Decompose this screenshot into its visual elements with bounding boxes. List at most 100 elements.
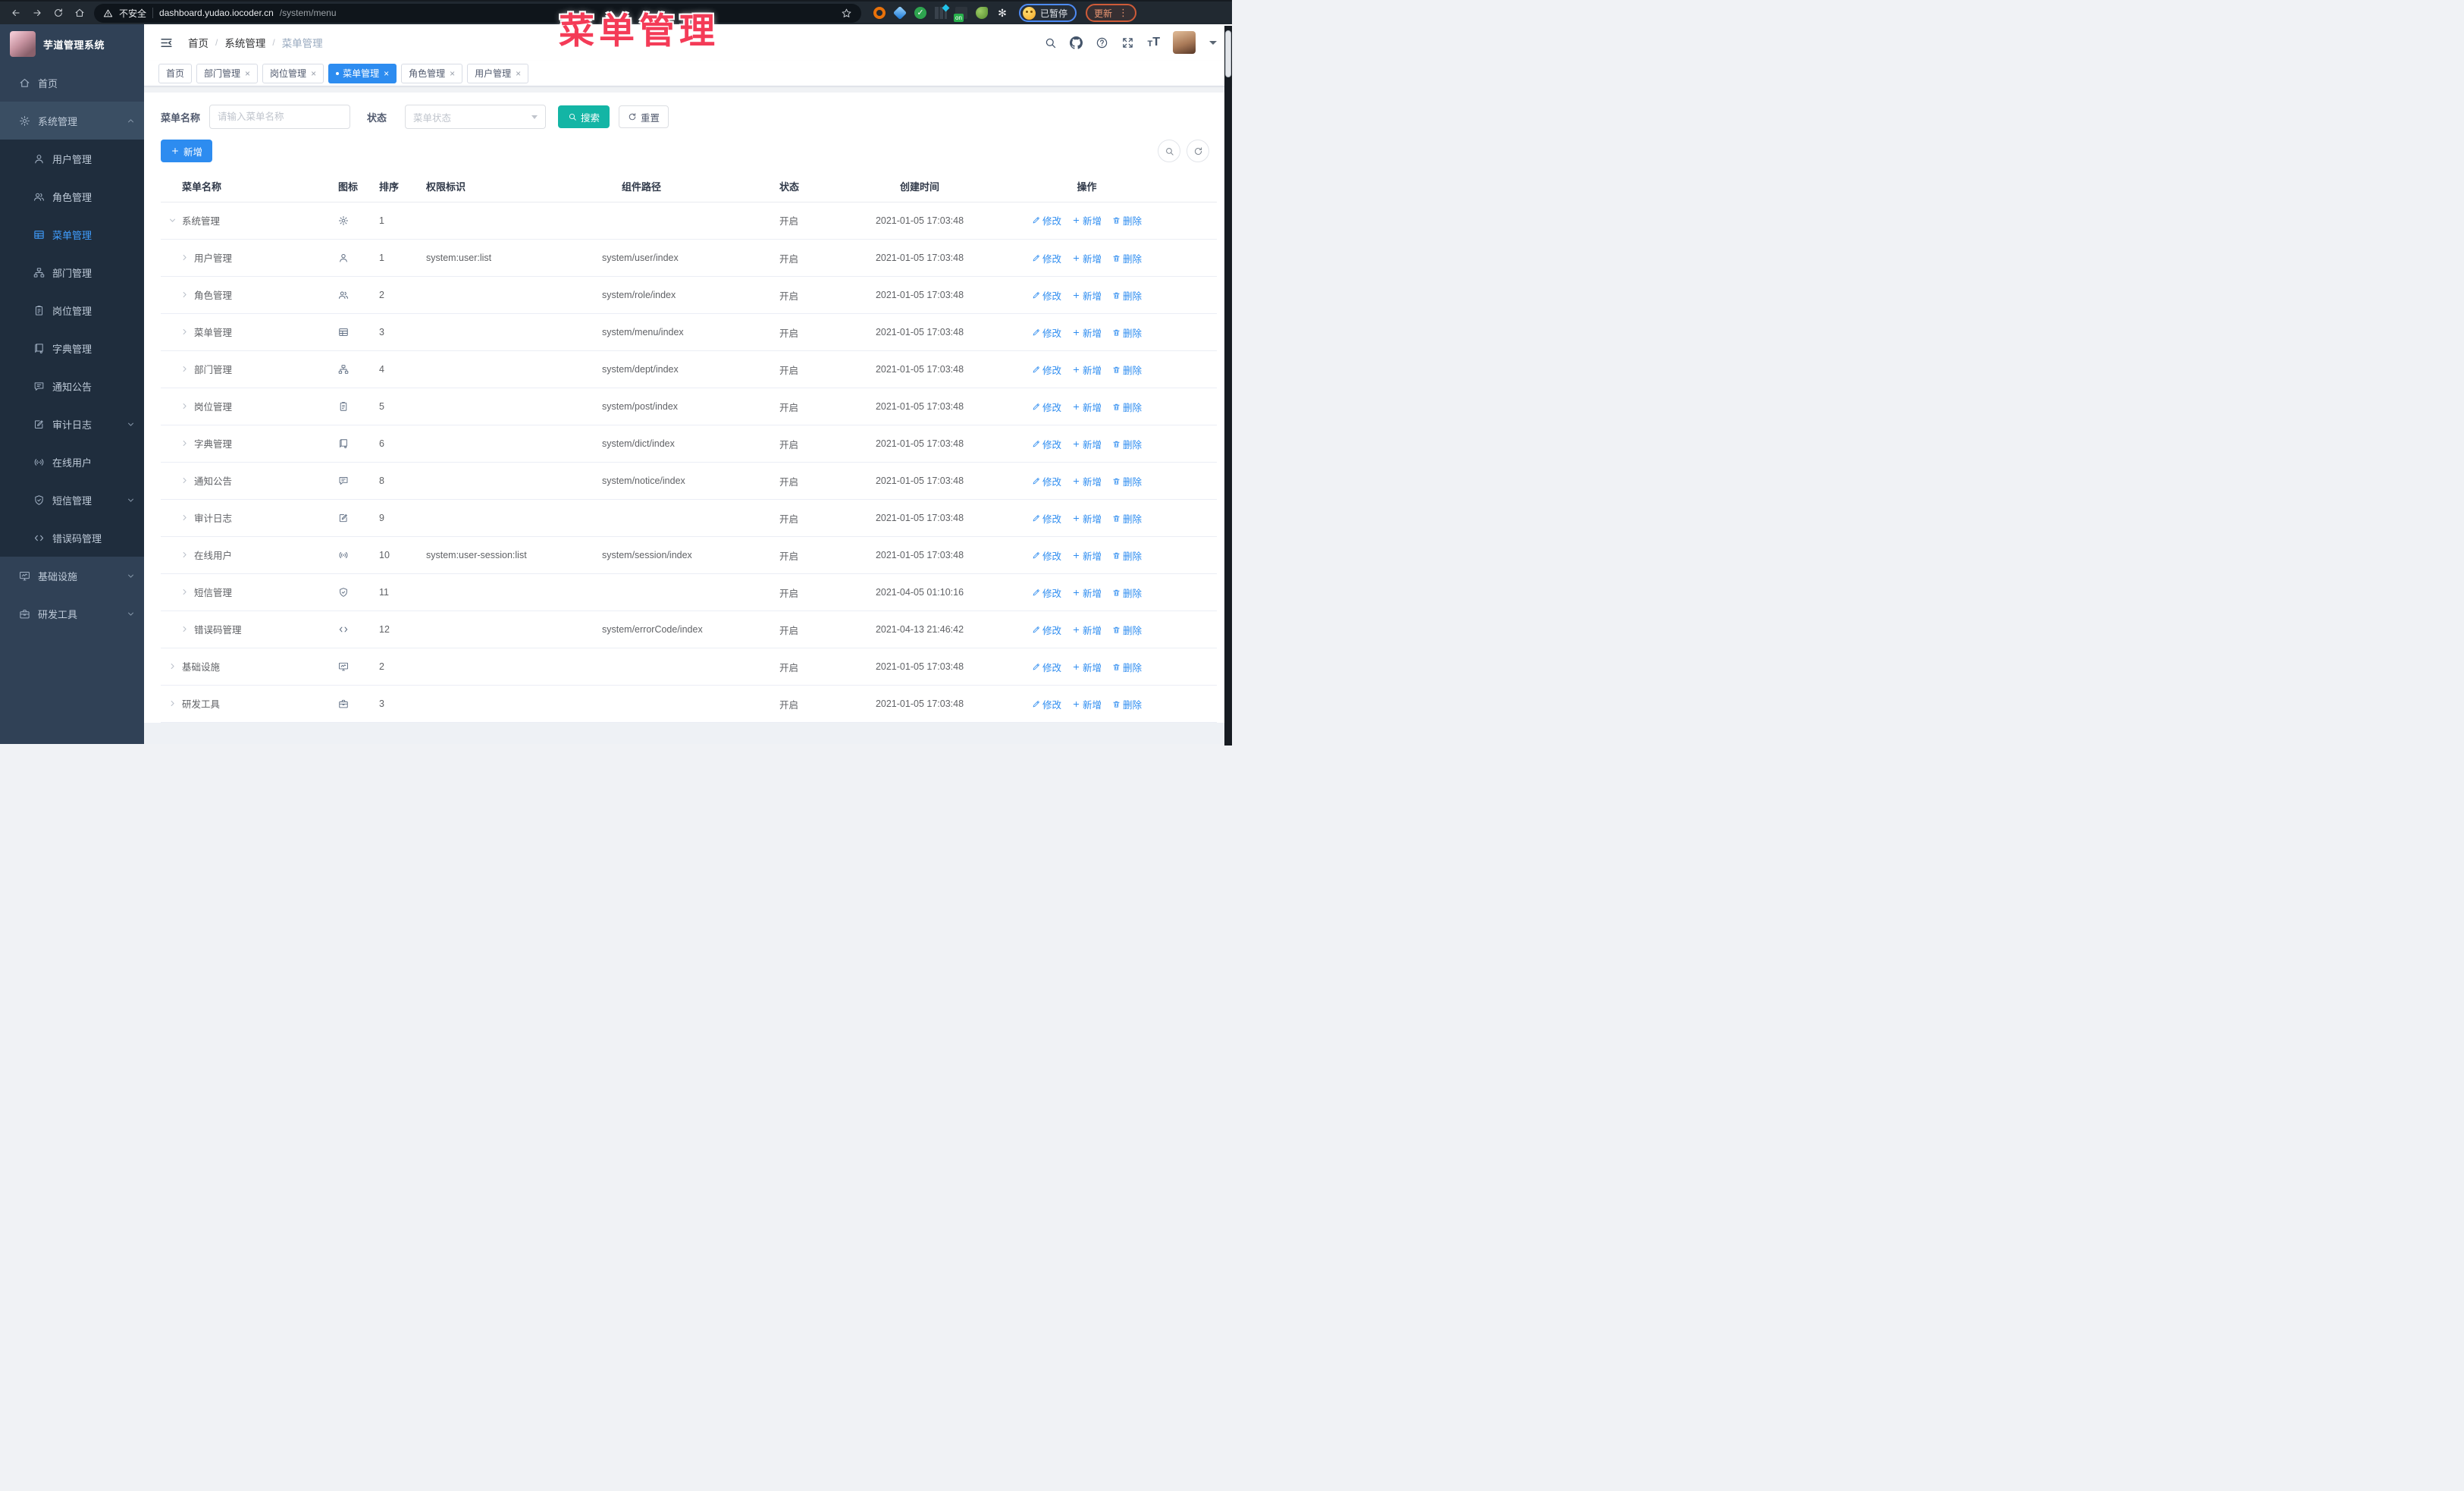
sidebar-item-dept[interactable]: 部门管理 [0, 253, 144, 291]
delete-row-link[interactable]: 删除 [1112, 363, 1142, 377]
edit-row-link[interactable]: 修改 [1032, 511, 1061, 526]
add-row-link[interactable]: 新增 [1072, 697, 1102, 711]
delete-row-link[interactable]: 删除 [1112, 548, 1142, 563]
delete-row-link[interactable]: 删除 [1112, 474, 1142, 488]
edit-row-link[interactable]: 修改 [1032, 623, 1061, 637]
ext-orange-ring-icon[interactable] [873, 7, 886, 19]
expand-row-icon[interactable] [180, 365, 189, 373]
help-icon[interactable] [1096, 36, 1108, 49]
delete-row-link[interactable]: 删除 [1112, 511, 1142, 526]
close-tab-icon[interactable]: × [245, 68, 250, 79]
collapse-sidebar-icon[interactable] [159, 36, 174, 50]
fullscreen-icon[interactable] [1121, 36, 1134, 49]
delete-row-link[interactable]: 删除 [1112, 697, 1142, 711]
close-tab-icon[interactable]: × [450, 68, 455, 79]
expand-row-icon[interactable] [180, 402, 189, 410]
reload-button[interactable] [49, 3, 68, 23]
sidebar-item-infra[interactable]: 基础设施 [0, 557, 144, 595]
add-row-link[interactable]: 新增 [1072, 363, 1102, 377]
sidebar-item-user[interactable]: 用户管理 [0, 140, 144, 177]
forward-arrow-button[interactable] [27, 3, 47, 23]
show-search-toggle-button[interactable] [1158, 140, 1180, 162]
edit-row-link[interactable]: 修改 [1032, 585, 1061, 600]
add-row-link[interactable]: 新增 [1072, 437, 1102, 451]
sidebar-item-errcode[interactable]: 错误码管理 [0, 519, 144, 557]
expand-row-icon[interactable] [180, 588, 189, 596]
expand-row-icon[interactable] [180, 290, 189, 299]
tab-dept[interactable]: 部门管理 × [196, 63, 259, 83]
expand-row-icon[interactable] [180, 253, 189, 262]
sidebar-item-audit[interactable]: 审计日志 [0, 405, 144, 443]
tab-user[interactable]: 用户管理 × [467, 63, 529, 83]
breadcrumb-system[interactable]: 系统管理 [224, 35, 265, 50]
delete-row-link[interactable]: 删除 [1112, 623, 1142, 637]
sidebar-item-home[interactable]: 首页 [0, 64, 144, 102]
add-row-link[interactable]: 新增 [1072, 213, 1102, 228]
edit-row-link[interactable]: 修改 [1032, 325, 1061, 340]
edit-row-link[interactable]: 修改 [1032, 251, 1061, 265]
reset-button[interactable]: 重置 [619, 105, 669, 128]
breadcrumb-home[interactable]: 首页 [188, 35, 208, 50]
bookmark-star-icon[interactable] [841, 8, 852, 19]
close-tab-icon[interactable]: × [516, 68, 521, 79]
sidebar-item-role[interactable]: 角色管理 [0, 177, 144, 215]
expand-row-icon[interactable] [180, 328, 189, 336]
font-size-icon[interactable]: TT [1147, 36, 1160, 49]
add-button[interactable]: 新增 [161, 140, 213, 162]
delete-row-link[interactable]: 删除 [1112, 585, 1142, 600]
sidebar-item-devtool[interactable]: 研发工具 [0, 595, 144, 632]
edit-row-link[interactable]: 修改 [1032, 288, 1061, 303]
sidebar-item-menu[interactable]: 菜单管理 [0, 215, 144, 253]
add-row-link[interactable]: 新增 [1072, 251, 1102, 265]
delete-row-link[interactable]: 删除 [1112, 437, 1142, 451]
add-row-link[interactable]: 新增 [1072, 623, 1102, 637]
expand-row-icon[interactable] [168, 662, 177, 670]
sidebar-item-post[interactable]: 岗位管理 [0, 291, 144, 329]
sidebar-item-notice[interactable]: 通知公告 [0, 367, 144, 405]
collapse-row-icon[interactable] [168, 216, 177, 224]
page-scrollbar[interactable] [1225, 30, 1231, 77]
edit-row-link[interactable]: 修改 [1032, 437, 1061, 451]
menu-name-input[interactable] [209, 105, 351, 129]
edit-row-link[interactable]: 修改 [1032, 660, 1061, 674]
close-tab-icon[interactable]: × [384, 68, 389, 79]
tab-role[interactable]: 角色管理 × [401, 63, 463, 83]
ext-green-leaf-icon[interactable] [976, 7, 988, 19]
status-select[interactable]: 菜单状态 [405, 105, 547, 129]
ext-blue-gem-icon[interactable] [892, 5, 908, 20]
refresh-table-button[interactable] [1187, 140, 1209, 162]
tab-menu[interactable]: 菜单管理 × [328, 63, 397, 83]
browser-update-button[interactable]: 更新 ⋮ [1086, 4, 1137, 22]
user-avatar[interactable] [1173, 31, 1196, 54]
edit-row-link[interactable]: 修改 [1032, 363, 1061, 377]
add-row-link[interactable]: 新增 [1072, 585, 1102, 600]
expand-row-icon[interactable] [180, 439, 189, 447]
expand-row-icon[interactable] [168, 699, 177, 708]
home-button[interactable] [70, 3, 89, 23]
delete-row-link[interactable]: 删除 [1112, 251, 1142, 265]
sidebar-item-sms[interactable]: 短信管理 [0, 481, 144, 519]
browser-profile-badge[interactable]: 已暂停 [1019, 4, 1077, 22]
delete-row-link[interactable]: 删除 [1112, 400, 1142, 414]
ext-puzzle-icon[interactable]: ✻ [996, 7, 1008, 19]
expand-row-icon[interactable] [180, 513, 189, 522]
add-row-link[interactable]: 新增 [1072, 660, 1102, 674]
back-arrow-button[interactable] [6, 3, 26, 23]
ext-columns-icon[interactable] [935, 7, 947, 19]
edit-row-link[interactable]: 修改 [1032, 213, 1061, 228]
expand-row-icon[interactable] [180, 625, 189, 633]
close-tab-icon[interactable]: × [311, 68, 316, 79]
sidebar-item-dict[interactable]: 字典管理 [0, 329, 144, 367]
ext-on-badge-icon[interactable] [954, 7, 967, 22]
delete-row-link[interactable]: 删除 [1112, 288, 1142, 303]
delete-row-link[interactable]: 删除 [1112, 325, 1142, 340]
browser-menu-icon[interactable]: ⋮ [1118, 7, 1128, 19]
delete-row-link[interactable]: 删除 [1112, 660, 1142, 674]
tab-post[interactable]: 岗位管理 × [262, 63, 324, 83]
sidebar-item-system[interactable]: 系统管理 [0, 102, 144, 140]
expand-row-icon[interactable] [180, 476, 189, 485]
add-row-link[interactable]: 新增 [1072, 325, 1102, 340]
tab-home[interactable]: 首页 [158, 63, 193, 83]
sidebar-item-online[interactable]: 在线用户 [0, 443, 144, 481]
add-row-link[interactable]: 新增 [1072, 511, 1102, 526]
